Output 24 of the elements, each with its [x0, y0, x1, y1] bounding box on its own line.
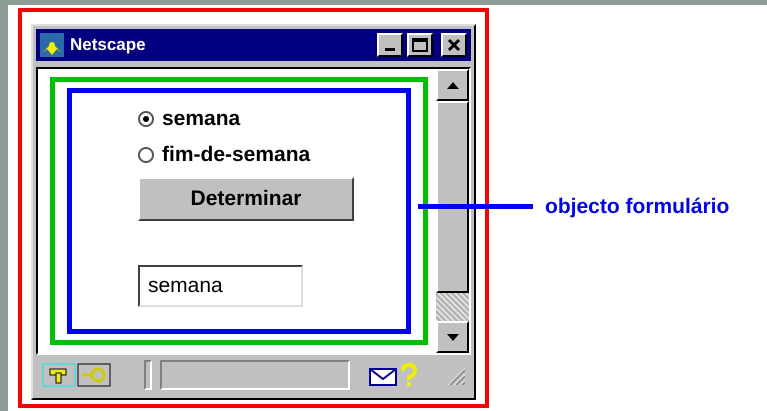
- progress-field: [144, 360, 152, 390]
- security-icons[interactable]: [42, 363, 112, 387]
- scroll-down-button[interactable]: [436, 321, 469, 353]
- scroll-track[interactable]: [436, 293, 469, 321]
- close-button[interactable]: [441, 33, 467, 57]
- up-arrow-icon: [446, 82, 458, 88]
- annotation-label: objecto formulário: [545, 194, 730, 220]
- radio-label[interactable]: fim-de-semana: [162, 139, 310, 171]
- app-icon: [40, 33, 64, 57]
- maximize-icon: [412, 38, 428, 52]
- radio-button[interactable]: [138, 111, 154, 127]
- down-arrow-icon: [446, 334, 458, 340]
- minimize-button[interactable]: [377, 33, 403, 57]
- radio-button[interactable]: [138, 147, 154, 163]
- scroll-thumb[interactable]: [436, 101, 469, 293]
- maximize-button[interactable]: [407, 33, 433, 57]
- minimize-icon: [385, 48, 395, 51]
- window-title: Netscape: [70, 34, 146, 56]
- scrollbar[interactable]: [436, 69, 469, 353]
- determine-button[interactable]: Determinar: [138, 177, 354, 221]
- close-icon: [447, 38, 461, 52]
- scroll-up-button[interactable]: [436, 69, 469, 101]
- radio-label[interactable]: semana: [162, 103, 240, 135]
- text-field[interactable]: semana: [138, 265, 303, 307]
